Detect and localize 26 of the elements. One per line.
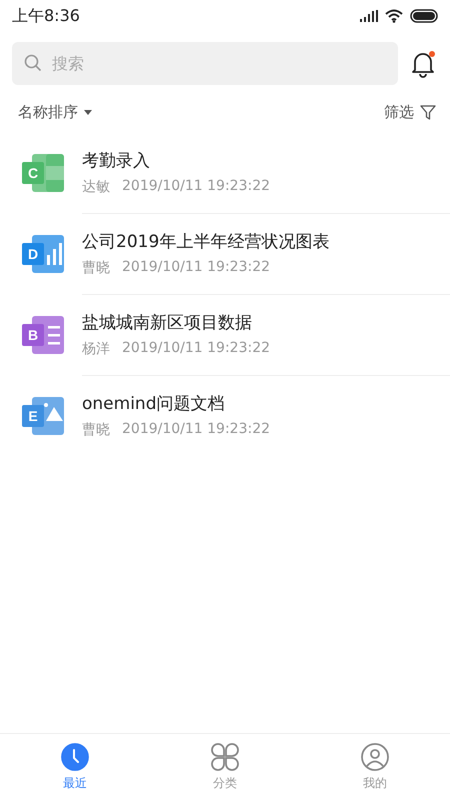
file-item[interactable]: C 考勤录入 达敏 2019/10/11 19:23:22 [0,132,450,213]
file-title: onemind问题文档 [82,393,226,415]
file-author: 杨洋 [82,340,110,358]
file-time: 2019/10/11 19:23:22 [122,258,270,276]
search-icon [24,54,42,72]
file-author: 达敏 [82,178,110,196]
file-time: 2019/10/11 19:23:22 [122,178,270,196]
sort-dropdown[interactable]: 名称排序 [18,103,92,122]
file-time: 2019/10/11 19:23:22 [122,421,270,439]
file-title: 公司2019年上半年经营状况图表 [82,230,330,252]
status-time: 上午8:36 [12,6,80,26]
wifi-icon [385,9,403,23]
search-field[interactable]: 搜索 [12,42,398,85]
file-author: 曹晓 [82,421,110,439]
battery-icon [410,9,438,23]
file-item[interactable]: E onemind问题文档 曹晓 2019/10/11 19:23:22 [0,375,450,456]
caret-icon [84,110,92,115]
file-title: 考勤录入 [82,150,151,172]
file-title: 盐城城南新区项目数据 [82,312,253,334]
filter-icon [420,105,436,120]
signal-icon [360,10,378,22]
file-author: 曹晓 [82,258,110,276]
filter-button[interactable]: 筛选 [384,103,436,122]
file-item[interactable]: D 公司2019年上半年经营状况图表 曹晓 2019/10/11 19:23:22 [0,213,450,294]
file-item[interactable]: B 盐城城南新区项目数据 杨洋 2019/10/11 19:23:22 [0,294,450,375]
file-time: 2019/10/11 19:23:22 [122,340,270,358]
